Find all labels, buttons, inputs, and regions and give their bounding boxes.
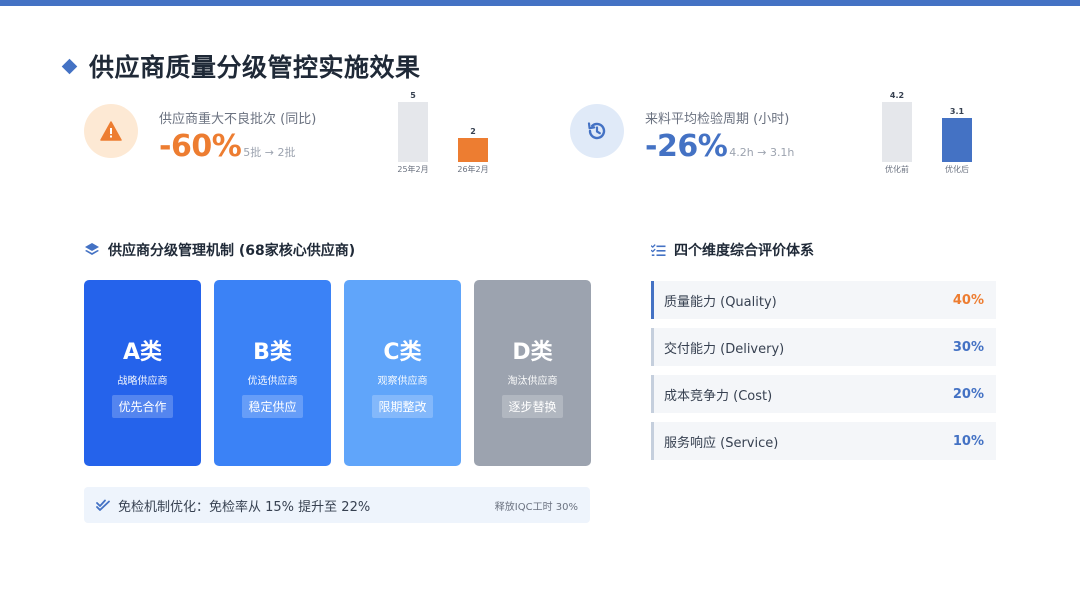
chart-category-label: 优化前 [885, 165, 909, 174]
dimension-section-title: 四个维度综合评价体系 [650, 240, 814, 260]
history-icon [587, 122, 606, 140]
tier-section-title: 供应商分级管理机制 (68家核心供应商) [84, 240, 355, 260]
dimension-row-service: 服务响应 (Service) 10% [651, 422, 996, 460]
tier-name: C类 [383, 340, 422, 365]
dimension-label: 质量能力 (Quality) [664, 294, 777, 310]
tier-card-b: B类 优选供应商 稳定供应 [214, 280, 331, 466]
checklist-icon [650, 242, 666, 258]
top-accent-bar [0, 0, 1080, 6]
kpi-icon-circle [84, 104, 138, 158]
kpi-value: -26% [645, 129, 728, 164]
chart-bar-column: 2 [458, 127, 488, 162]
chart-data-label: 3.1 [949, 107, 965, 116]
tier-card-a: A类 战略供应商 优先合作 [84, 280, 201, 466]
dimension-label: 服务响应 (Service) [664, 435, 779, 451]
tier-tag: 逐步替换 [502, 395, 563, 418]
chart-bar [942, 118, 972, 162]
chart-category-label: 26年2月 [457, 165, 489, 174]
kpi-label: 来料平均检验周期 (小时) [645, 112, 790, 127]
tier-tag: 限期整改 [372, 395, 433, 418]
layers-icon [84, 242, 100, 258]
tier-name: A类 [122, 340, 163, 365]
dimension-weight: 10% [952, 433, 984, 449]
tier-tag: 稳定供应 [242, 395, 303, 418]
title-row: 供应商质量分级管控实施效果 [61, 48, 421, 84]
dimension-row-cost: 成本竞争力 (Cost) 20% [651, 375, 996, 413]
double-check-icon [96, 499, 110, 511]
chart-bar [882, 102, 912, 162]
kpi-defect-batches: 供应商重大不良批次 (同比) -60% 5批 → 2批 [84, 96, 316, 164]
kpi-value: -60% [159, 129, 242, 164]
dimension-label: 交付能力 (Delivery) [664, 341, 785, 357]
section-title-text: 供应商分级管理机制 (68家核心供应商) [108, 243, 356, 259]
chart-bar [398, 102, 428, 162]
section-title-text: 四个维度综合评价体系 [674, 243, 814, 259]
chart-bar-column: 4.2 [882, 91, 912, 162]
exempt-note: 释放IQC工时 30% [494, 501, 578, 513]
chart-data-label: 4.2 [889, 91, 905, 100]
chart-category-label: 25年2月 [397, 165, 429, 174]
tier-name: B类 [253, 340, 292, 365]
exempt-banner: 免检机制优化：免检率从 15% 提升至 22% 释放IQC工时 30% [84, 487, 590, 523]
chart-bar [458, 138, 488, 162]
kpi-sub: 4.2h → 3.1h [729, 146, 795, 159]
dimension-row-delivery: 交付能力 (Delivery) 30% [651, 328, 996, 366]
chart-category-label: 优化后 [945, 165, 969, 174]
dimension-weight: 20% [952, 386, 984, 402]
diamond-icon [61, 58, 78, 74]
chart-bar-column: 5 [398, 91, 428, 162]
kpi-icon-circle [570, 104, 624, 158]
chart-data-label: 5 [410, 91, 416, 100]
chart-bar-column: 3.1 [942, 107, 972, 162]
dimension-row-quality: 质量能力 (Quality) 40% [651, 281, 996, 319]
warning-icon [100, 121, 122, 141]
tier-desc: 战略供应商 [117, 376, 168, 387]
tier-name: D类 [512, 340, 553, 365]
dimension-label: 成本竞争力 (Cost) [664, 388, 773, 404]
tier-desc: 观察供应商 [377, 376, 428, 387]
kpi-inspection-cycle: 来料平均检验周期 (小时) -26% 4.2h → 3.1h [570, 96, 794, 164]
tier-desc: 淘汰供应商 [507, 376, 558, 387]
exempt-text: 免检机制优化：免检率从 15% 提升至 22% [118, 499, 371, 515]
dimension-weight: 30% [952, 339, 984, 355]
page-title: 供应商质量分级管控实施效果 [89, 53, 421, 82]
cycle-mini-chart: 4.2 优化前 3.1 优化后 [876, 86, 986, 176]
tier-tag: 优先合作 [112, 395, 173, 418]
chart-data-label: 2 [470, 127, 476, 136]
dimension-weight: 40% [952, 292, 984, 308]
tier-card-c: C类 观察供应商 限期整改 [344, 280, 461, 466]
defect-mini-chart: 5 25年2月 2 26年2月 [392, 86, 502, 176]
tier-card-d: D类 淘汰供应商 逐步替换 [474, 280, 591, 466]
kpi-sub: 5批 → 2批 [243, 146, 296, 159]
tier-desc: 优选供应商 [247, 376, 298, 387]
kpi-label: 供应商重大不良批次 (同比) [159, 112, 317, 127]
